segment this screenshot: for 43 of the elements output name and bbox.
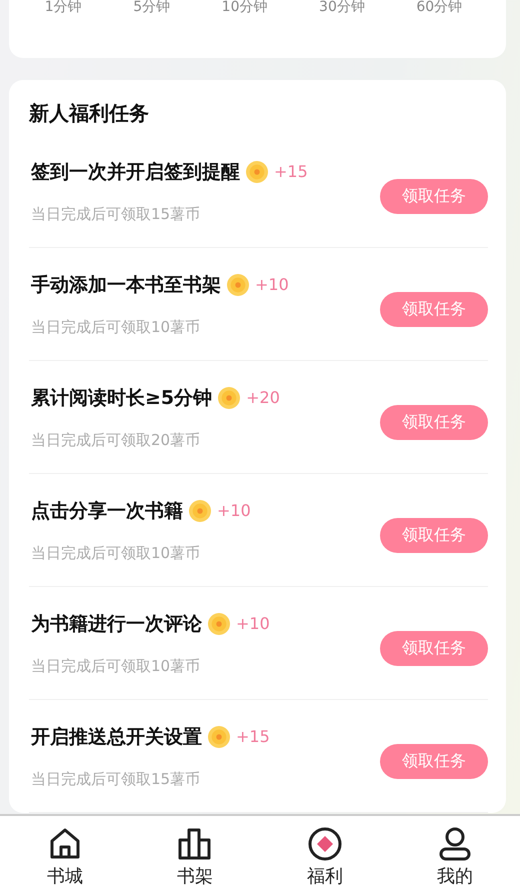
duration-label: 30分钟 — [319, 0, 365, 14]
coin-icon — [246, 160, 268, 182]
duration-label: 10分钟 — [222, 0, 268, 14]
reward-amount: +15 — [274, 162, 308, 181]
diamond-circle-icon — [307, 826, 343, 862]
person-icon — [437, 826, 473, 862]
task-title: 为书籍进行一次评论 — [31, 612, 202, 636]
claim-task-button[interactable]: 领取任务 — [380, 178, 488, 214]
duration-label: 1分钟 — [44, 0, 82, 14]
claim-task-button[interactable]: 领取任务 — [380, 518, 488, 552]
task-note: 当日完成后可领取20薯币 — [31, 430, 202, 450]
section-title: 新人福利任务 — [29, 100, 150, 127]
coin-icon — [208, 612, 230, 634]
claim-task-button[interactable]: 领取任务 — [380, 744, 488, 778]
task-title: 开启推送总开关设置 — [31, 724, 202, 750]
reward-amount: +15 — [236, 727, 270, 746]
reward-amount: +10 — [236, 614, 270, 633]
bar-chart-icon — [177, 826, 213, 862]
claim-task-button[interactable]: 领取任务 — [380, 292, 488, 326]
tab-item[interactable]: 福利 — [285, 816, 365, 896]
task-title: 签到一次并开启签到提醒 — [31, 160, 240, 184]
coin-icon — [208, 726, 230, 748]
claim-task-button[interactable]: 领取任务 — [380, 404, 488, 440]
duration-label: 5分钟 — [133, 0, 170, 14]
task-note: 当日完成后可领取10薯币 — [31, 656, 202, 676]
claim-task-button[interactable]: 领取任务 — [380, 630, 488, 666]
task-title: 累计阅读时长≥5分钟 — [31, 386, 212, 410]
task-title: 手动添加一本书至书架 — [31, 272, 221, 298]
task-note: 当日完成后可领取15薯币 — [31, 204, 202, 224]
task-title: 点击分享一次书籍 — [31, 498, 183, 524]
task-note: 当日完成后可领取10薯币 — [31, 318, 202, 336]
coin-icon — [189, 500, 211, 522]
duration-label: 60分钟 — [416, 0, 462, 14]
reward-amount: +20 — [246, 388, 280, 407]
task-note: 当日完成后可领取10薯币 — [31, 544, 202, 562]
tab-item[interactable]: 书架 — [155, 816, 235, 896]
tab-item[interactable]: 书城 — [25, 816, 105, 896]
reward-amount: +10 — [217, 501, 251, 520]
coin-icon — [218, 386, 240, 408]
task-note: 当日完成后可领取15薯币 — [31, 770, 202, 788]
reward-amount: +10 — [255, 275, 289, 294]
coin-icon — [227, 274, 249, 296]
tab-item[interactable]: 我的 — [415, 816, 495, 896]
